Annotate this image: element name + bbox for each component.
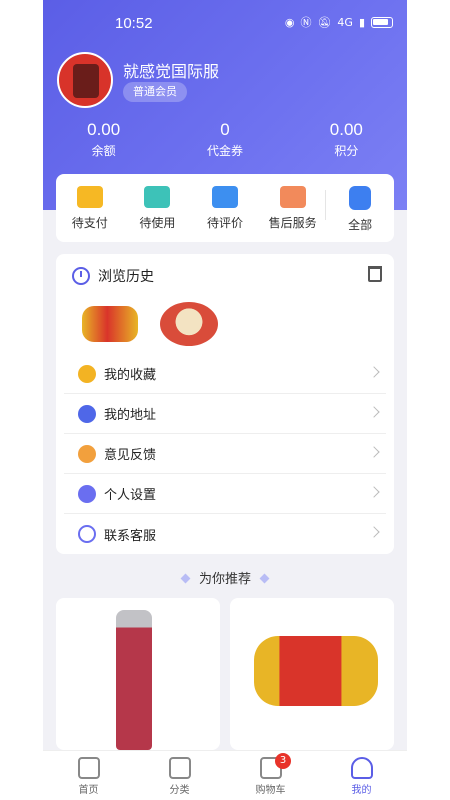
- product-card[interactable]: [56, 598, 220, 750]
- chevron-right-icon: [368, 526, 380, 538]
- history-item-image[interactable]: [82, 306, 138, 342]
- ticket-icon: [144, 186, 171, 208]
- headset-icon: [78, 525, 96, 543]
- status-time: 10:52: [115, 15, 153, 32]
- account-stats: 0.00 余额 0 代金券 0.00 积分: [43, 120, 407, 160]
- location-icon: [78, 404, 96, 423]
- order-pending-review[interactable]: 待评价: [191, 174, 259, 242]
- chevron-right-icon: [368, 486, 380, 498]
- order-pending-use[interactable]: 待使用: [124, 174, 192, 242]
- user-icon: [350, 757, 373, 779]
- stat-label: 代金券: [206, 144, 243, 158]
- tab-label: 首页: [78, 785, 99, 796]
- chevron-right-icon: [368, 366, 380, 378]
- list-icon: [349, 186, 372, 210]
- diamond-icon: [180, 573, 191, 584]
- product-card[interactable]: [230, 598, 394, 750]
- nfc-icon: Ⓝ: [300, 16, 312, 29]
- right-margin: [407, 0, 450, 800]
- menu-label: 意见反馈: [104, 448, 157, 463]
- menu-card: 浏览历史 我的收藏 我的地址 意见反馈 个人设置 联系客服: [56, 254, 394, 554]
- status-icons: ◉ Ⓝ 🔕︎ 4G ▮: [285, 14, 393, 30]
- order-label: 待评价: [206, 216, 243, 230]
- avatar[interactable]: [57, 52, 113, 108]
- battery-icon: [371, 16, 393, 28]
- recommend-title: 为你推荐: [43, 568, 407, 587]
- stat-value: 0.00: [87, 120, 121, 139]
- wallet-icon: [76, 186, 103, 208]
- tab-label: 分类: [169, 785, 190, 796]
- order-pending-payment[interactable]: 待支付: [56, 174, 124, 242]
- menu-label: 个人设置: [104, 488, 157, 503]
- tab-cart[interactable]: 3 购物车: [225, 751, 316, 800]
- stat-value: 0: [220, 120, 230, 139]
- history-header: 浏览历史: [72, 266, 154, 286]
- stat-points[interactable]: 0.00 积分: [286, 120, 407, 160]
- member-badge: 普通会员: [123, 82, 187, 102]
- product-image: [254, 636, 378, 706]
- menu-feedback[interactable]: 意见反馈: [64, 434, 386, 474]
- trash-icon[interactable]: [368, 266, 382, 282]
- order-aftersale[interactable]: 售后服务: [259, 174, 327, 242]
- stat-label: 余额: [91, 144, 116, 158]
- diamond-icon: [259, 573, 270, 584]
- tab-label: 我的: [351, 785, 372, 796]
- order-label: 待使用: [139, 216, 176, 230]
- aftersale-icon: [279, 186, 306, 208]
- chevron-right-icon: [368, 446, 380, 458]
- tab-mine[interactable]: 我的: [316, 751, 407, 800]
- tab-category[interactable]: 分类: [134, 751, 225, 800]
- signal-label: 4G: [337, 15, 353, 29]
- stat-balance[interactable]: 0.00 余额: [43, 120, 164, 160]
- bottom-tab-bar: 首页 分类 3 购物车 我的: [43, 750, 407, 800]
- order-label: 全部: [348, 218, 373, 232]
- settings-icon: [78, 484, 96, 503]
- order-all[interactable]: 全部: [326, 174, 394, 242]
- menu-label: 我的地址: [104, 408, 157, 423]
- mute-icon: 🔕︎: [317, 15, 332, 29]
- history-title: 浏览历史: [98, 269, 154, 285]
- order-label: 待支付: [71, 216, 108, 230]
- menu-settings[interactable]: 个人设置: [64, 474, 386, 514]
- feedback-icon: [78, 444, 96, 463]
- app-screen: 10:52 ◉ Ⓝ 🔕︎ 4G ▮ 就感觉国际服 普通会员 0.00 余额 0 …: [43, 0, 407, 800]
- home-icon: [77, 757, 100, 779]
- recommend-label: 为你推荐: [198, 572, 251, 587]
- star-icon: [78, 364, 96, 383]
- left-margin: [0, 0, 43, 800]
- eye-icon: ◉: [284, 15, 295, 29]
- stat-label: 积分: [334, 144, 359, 158]
- stat-value: 0.00: [329, 120, 363, 139]
- signal-icon: ▮: [358, 15, 365, 29]
- profile-header[interactable]: 就感觉国际服 普通会员: [57, 52, 397, 112]
- menu-list: 我的收藏 我的地址 意见反馈 个人设置 联系客服: [56, 354, 394, 554]
- menu-customer-service[interactable]: 联系客服: [64, 514, 386, 554]
- order-shortcuts: 待支付 待使用 待评价 售后服务 全部: [56, 174, 394, 242]
- tab-label: 购物车: [255, 785, 286, 796]
- menu-favorites[interactable]: 我的收藏: [64, 354, 386, 394]
- order-label: 售后服务: [268, 216, 317, 230]
- clock-icon: [72, 267, 90, 285]
- menu-label: 联系客服: [104, 528, 157, 544]
- stat-vouchers[interactable]: 0 代金券: [164, 120, 285, 160]
- product-image: [116, 610, 152, 750]
- menu-address[interactable]: 我的地址: [64, 394, 386, 434]
- cart-count-badge: 3: [275, 753, 291, 769]
- status-bar: 10:52 ◉ Ⓝ 🔕︎ 4G ▮: [43, 0, 407, 44]
- category-icon: [168, 757, 191, 779]
- username: 就感觉国际服: [123, 64, 220, 81]
- history-item-image[interactable]: [160, 302, 218, 346]
- comment-icon: [211, 186, 238, 208]
- menu-label: 我的收藏: [104, 368, 157, 383]
- tab-home[interactable]: 首页: [43, 751, 134, 800]
- chevron-right-icon: [368, 406, 380, 418]
